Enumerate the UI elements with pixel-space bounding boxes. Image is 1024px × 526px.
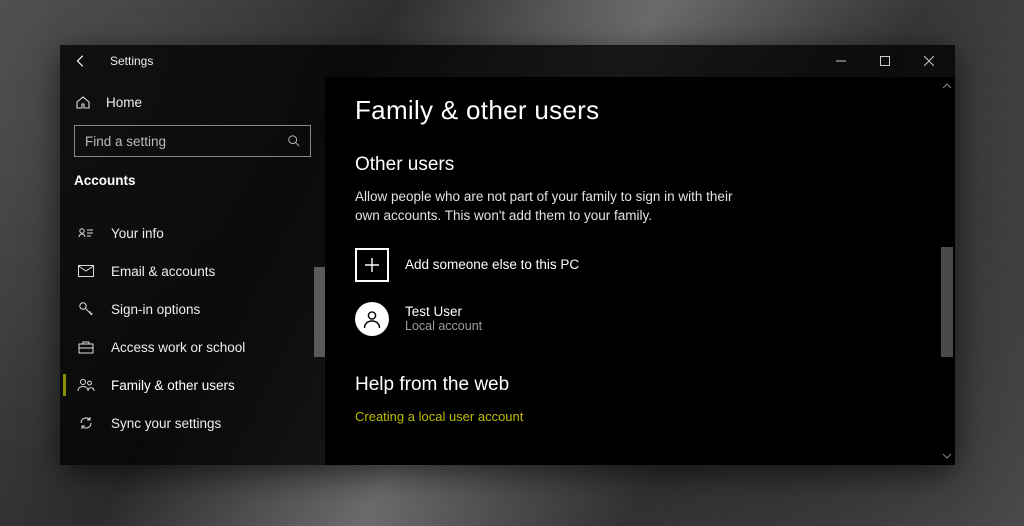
home-nav[interactable]: Home	[60, 87, 325, 117]
close-button[interactable]	[907, 45, 951, 77]
search-icon	[287, 134, 301, 148]
sidebar-item-email-accounts[interactable]: Email & accounts	[60, 252, 325, 290]
mail-icon	[77, 262, 95, 280]
sidebar-section-label: Accounts	[60, 171, 325, 190]
titlebar: Settings	[60, 45, 955, 77]
scroll-up-button[interactable]	[941, 79, 953, 93]
sidebar-scrollbar-thumb[interactable]	[314, 267, 325, 357]
people-icon	[77, 376, 95, 394]
plus-icon	[364, 257, 380, 273]
avatar	[355, 302, 389, 336]
sidebar-item-label: Family & other users	[111, 378, 235, 393]
home-icon	[74, 93, 92, 111]
main-content: Family & other users Other users Allow p…	[325, 77, 955, 465]
user-info: Test User Local account	[405, 304, 482, 333]
back-button[interactable]	[74, 54, 98, 68]
sidebar: Home Accounts Your info	[60, 77, 325, 465]
other-users-description: Allow people who are not part of your fa…	[355, 188, 745, 226]
main-scrollbar-thumb[interactable]	[941, 247, 953, 357]
scroll-down-button[interactable]	[941, 449, 953, 463]
chevron-up-icon	[942, 82, 952, 90]
minimize-icon	[836, 56, 846, 66]
briefcase-icon	[77, 338, 95, 356]
minimize-button[interactable]	[819, 45, 863, 77]
sidebar-item-access-work-school[interactable]: Access work or school	[60, 328, 325, 366]
sidebar-item-family-other-users[interactable]: Family & other users	[60, 366, 325, 404]
sidebar-item-label: Your info	[111, 226, 164, 241]
add-user-label: Add someone else to this PC	[405, 257, 579, 272]
settings-window: Settings Home	[60, 45, 955, 465]
window-title: Settings	[98, 54, 153, 68]
user-row[interactable]: Test User Local account	[355, 302, 925, 336]
sync-icon	[77, 414, 95, 432]
key-icon	[77, 300, 95, 318]
sidebar-item-label: Sync your settings	[111, 416, 221, 431]
home-label: Home	[106, 95, 142, 110]
other-users-heading: Other users	[355, 154, 925, 176]
maximize-icon	[880, 56, 890, 66]
page-title: Family & other users	[355, 95, 925, 126]
maximize-button[interactable]	[863, 45, 907, 77]
sidebar-item-signin-options[interactable]: Sign-in options	[60, 290, 325, 328]
user-type: Local account	[405, 319, 482, 333]
add-user-button[interactable]: Add someone else to this PC	[355, 248, 925, 282]
close-icon	[924, 56, 934, 66]
sidebar-item-sync-settings[interactable]: Sync your settings	[60, 404, 325, 442]
person-icon	[361, 308, 383, 330]
sidebar-item-your-info[interactable]: Your info	[60, 214, 325, 252]
sidebar-item-label: Email & accounts	[111, 264, 215, 279]
search-input[interactable]	[74, 125, 311, 157]
sidebar-nav: Your info Email & accounts Sign-in optio…	[60, 214, 325, 465]
help-link-create-local-user[interactable]: Creating a local user account	[355, 409, 523, 424]
person-card-icon	[77, 224, 95, 242]
arrow-left-icon	[74, 54, 88, 68]
sidebar-item-label: Access work or school	[111, 340, 245, 355]
help-heading: Help from the web	[355, 374, 925, 396]
plus-box-icon	[355, 248, 389, 282]
sidebar-item-label: Sign-in options	[111, 302, 200, 317]
user-name: Test User	[405, 304, 482, 319]
chevron-down-icon	[942, 452, 952, 460]
search-box	[74, 125, 311, 157]
